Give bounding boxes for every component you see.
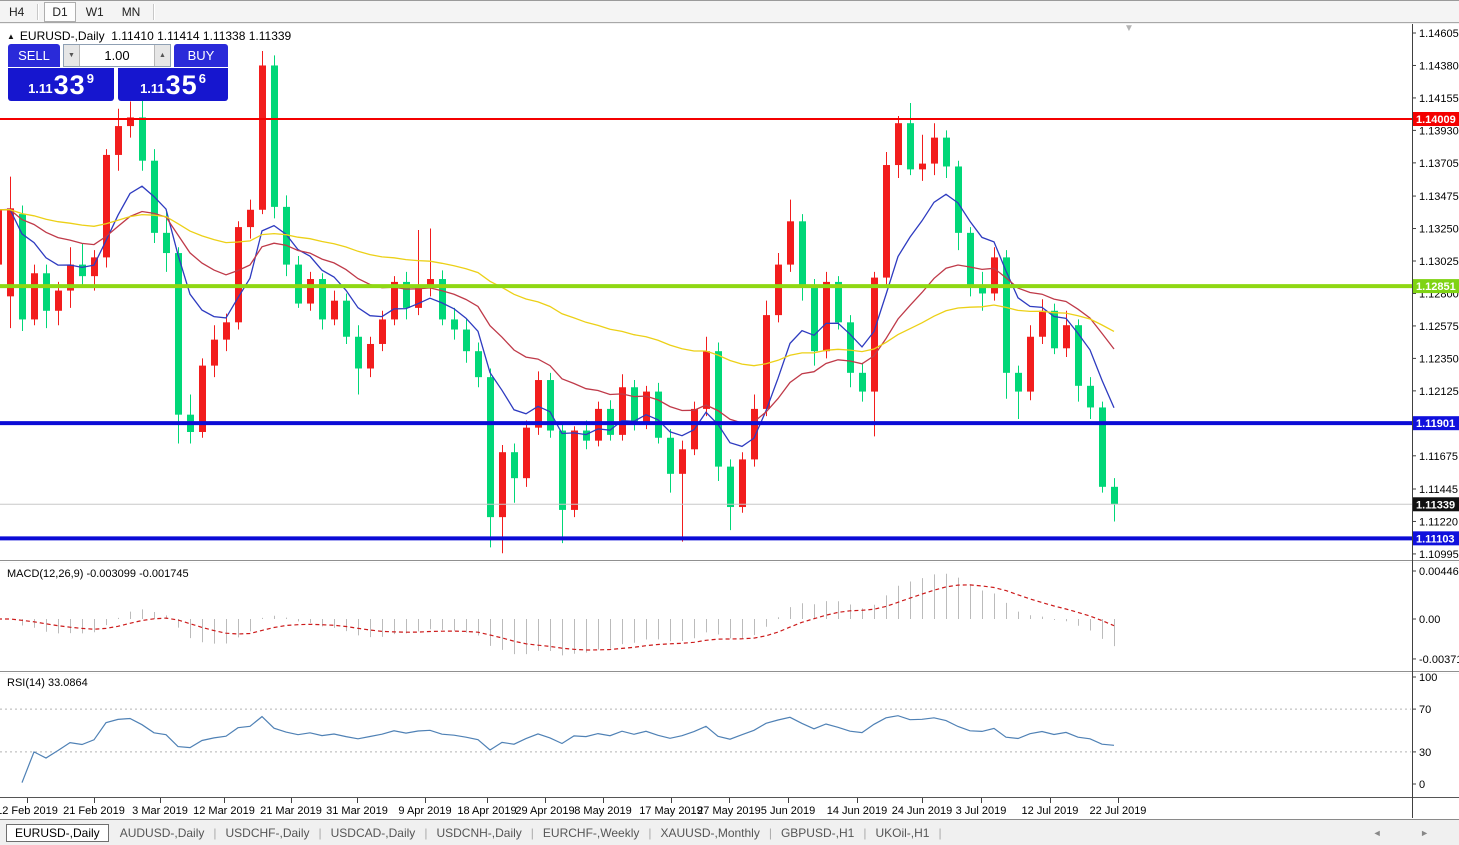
svg-text:1.14605: 1.14605: [1419, 28, 1459, 40]
rsi-layer: [0, 709, 1412, 783]
candles-layer: [0, 51, 1118, 553]
bid-price-panel[interactable]: 1.11 33 9: [8, 68, 114, 101]
price-axis: 1.14605 1.14380 1.14155 1.13930 1.13705 1.134…: [1412, 28, 1459, 791]
svg-text:3 Jul 2019: 3 Jul 2019: [956, 805, 1007, 817]
svg-text:9 Apr 2019: 9 Apr 2019: [398, 805, 451, 817]
rsi-indicator-label: RSI(14) 33.0864: [7, 677, 88, 689]
tab-separator: |: [531, 826, 534, 840]
svg-text:1.11445: 1.11445: [1419, 484, 1458, 496]
svg-text:12 Mar 2019: 12 Mar 2019: [193, 805, 255, 817]
svg-text:1.13250: 1.13250: [1419, 224, 1459, 236]
timeframe-button-h4[interactable]: H4: [1, 2, 32, 22]
svg-text:30: 30: [1419, 747, 1431, 759]
volume-stepper: ▼ ▲: [63, 44, 171, 67]
tab-eurusd-daily[interactable]: EURUSD-,Daily: [6, 824, 109, 842]
volume-decrease-button[interactable]: ▼: [64, 45, 80, 66]
bid-price-prefix: 1.11: [28, 81, 53, 96]
bid-price-pip: 9: [87, 71, 94, 86]
chart-title-text: EURUSD-,Daily 1.11410 1.11414 1.11338 1.…: [20, 29, 291, 43]
svg-text:29 Apr 2019: 29 Apr 2019: [515, 805, 574, 817]
ma-line-8: [0, 186, 1114, 446]
svg-text:1.11103: 1.11103: [1416, 533, 1455, 545]
svg-text:100: 100: [1419, 672, 1437, 684]
tab-eurchf-weekly[interactable]: EURCHF-,Weekly: [535, 825, 647, 841]
svg-text:18 Apr 2019: 18 Apr 2019: [457, 805, 516, 817]
tab-scroll-buttons[interactable]: ◄ ►: [1373, 828, 1447, 838]
svg-text:1.12125: 1.12125: [1419, 386, 1459, 398]
svg-text:1.14009: 1.14009: [1416, 114, 1456, 126]
svg-text:8 May 2019: 8 May 2019: [574, 805, 631, 817]
volume-input[interactable]: [80, 45, 154, 66]
chart-canvas: 1.14605 1.14380 1.14155 1.13930 1.13705 1.134…: [0, 0, 1459, 845]
ask-price-big: 35: [166, 72, 198, 99]
timeframe-button-w1[interactable]: W1: [78, 2, 112, 22]
svg-text:31 Mar 2019: 31 Mar 2019: [326, 805, 388, 817]
timeframe-toolbar: H4 D1 W1 MN: [0, 0, 1459, 23]
svg-text:5 Jun 2019: 5 Jun 2019: [761, 805, 815, 817]
chart-title: ▲ EURUSD-,Daily 1.11410 1.11414 1.11338 …: [7, 29, 291, 43]
svg-text:1.12575: 1.12575: [1419, 321, 1459, 333]
svg-text:1.11339: 1.11339: [1416, 499, 1455, 511]
buy-button[interactable]: BUY: [174, 44, 228, 67]
svg-text:1.13025: 1.13025: [1419, 256, 1459, 268]
ask-price-prefix: 1.11: [140, 81, 165, 96]
tab-gbpusd-h1[interactable]: GBPUSD-,H1: [773, 825, 862, 841]
tab-separator: |: [213, 826, 216, 840]
svg-text:27 May 2019: 27 May 2019: [697, 805, 761, 817]
tab-separator: |: [319, 826, 322, 840]
svg-text:1.10995: 1.10995: [1419, 549, 1459, 561]
tab-usdchf-daily[interactable]: USDCHF-,Daily: [218, 825, 318, 841]
macd-indicator-label: MACD(12,26,9) -0.003099 -0.001745: [7, 568, 189, 580]
svg-text:1.13930: 1.13930: [1419, 125, 1459, 137]
ask-price-panel[interactable]: 1.11 35 6: [118, 68, 228, 101]
tab-ukoil-h1[interactable]: UKOil-,H1: [867, 825, 937, 841]
one-click-trading-panel: SELL ▼ ▲ BUY 1.11 33 9 1.11 35 6: [8, 44, 228, 101]
sell-button[interactable]: SELL: [8, 44, 60, 67]
svg-text:12 Jul 2019: 12 Jul 2019: [1022, 805, 1079, 817]
tab-separator: |: [424, 826, 427, 840]
svg-text:14 Jun 2019: 14 Jun 2019: [827, 805, 888, 817]
svg-text:1.11675: 1.11675: [1419, 451, 1458, 463]
tab-separator: |: [938, 826, 941, 840]
toolbar-separator: [153, 4, 155, 20]
svg-text:1.14380: 1.14380: [1419, 60, 1459, 72]
svg-text:1.11220: 1.11220: [1419, 516, 1458, 528]
svg-text:24 Jun 2019: 24 Jun 2019: [892, 805, 953, 817]
svg-text:1.13705: 1.13705: [1419, 158, 1459, 170]
toolbar-separator: [37, 4, 39, 20]
tab-audusd-daily[interactable]: AUDUSD-,Daily: [112, 825, 213, 841]
svg-text:1.11901: 1.11901: [1416, 418, 1455, 430]
volume-increase-button[interactable]: ▲: [154, 45, 170, 66]
svg-text:1.13475: 1.13475: [1419, 191, 1459, 203]
tab-xauusd-monthly[interactable]: XAUUSD-,Monthly: [652, 825, 767, 841]
svg-text:22 Jul 2019: 22 Jul 2019: [1090, 805, 1147, 817]
svg-text:1.14155: 1.14155: [1419, 93, 1459, 105]
svg-text:17 May 2019: 17 May 2019: [639, 805, 703, 817]
svg-text:70: 70: [1419, 704, 1431, 716]
tab-separator: |: [769, 826, 772, 840]
svg-text:-0.003715: -0.003715: [1419, 654, 1459, 666]
svg-text:0.004465: 0.004465: [1419, 566, 1459, 578]
timeframe-button-d1[interactable]: D1: [44, 2, 75, 22]
svg-text:1.12851: 1.12851: [1416, 281, 1456, 293]
chart-shift-marker-icon[interactable]: ▼: [1124, 23, 1134, 34]
tab-usdcad-daily[interactable]: USDCAD-,Daily: [323, 825, 424, 841]
macd-layer: [0, 574, 1115, 656]
symbol-tab-bar: EURUSD-,Daily AUDUSD-,Daily| USDCHF-,Dai…: [0, 819, 1459, 845]
bid-price-big: 33: [54, 72, 86, 99]
svg-text:0.00: 0.00: [1419, 614, 1440, 626]
ask-price-pip: 6: [199, 71, 206, 86]
svg-text:1.12350: 1.12350: [1419, 353, 1459, 365]
timeframe-button-mn[interactable]: MN: [114, 2, 149, 22]
title-marker-icon: ▲: [7, 32, 15, 41]
time-axis: 12 Feb 2019 21 Feb 2019 3 Mar 2019 12 Mar 2…: [0, 798, 1146, 817]
tab-usdcnh-daily[interactable]: USDCNH-,Daily: [428, 825, 529, 841]
svg-text:21 Feb 2019: 21 Feb 2019: [63, 805, 125, 817]
tab-separator: |: [648, 826, 651, 840]
svg-text:0: 0: [1419, 779, 1425, 791]
svg-text:3 Mar 2019: 3 Mar 2019: [132, 805, 188, 817]
tab-separator: |: [863, 826, 866, 840]
svg-text:12 Feb 2019: 12 Feb 2019: [0, 805, 58, 817]
svg-text:21 Mar 2019: 21 Mar 2019: [260, 805, 322, 817]
